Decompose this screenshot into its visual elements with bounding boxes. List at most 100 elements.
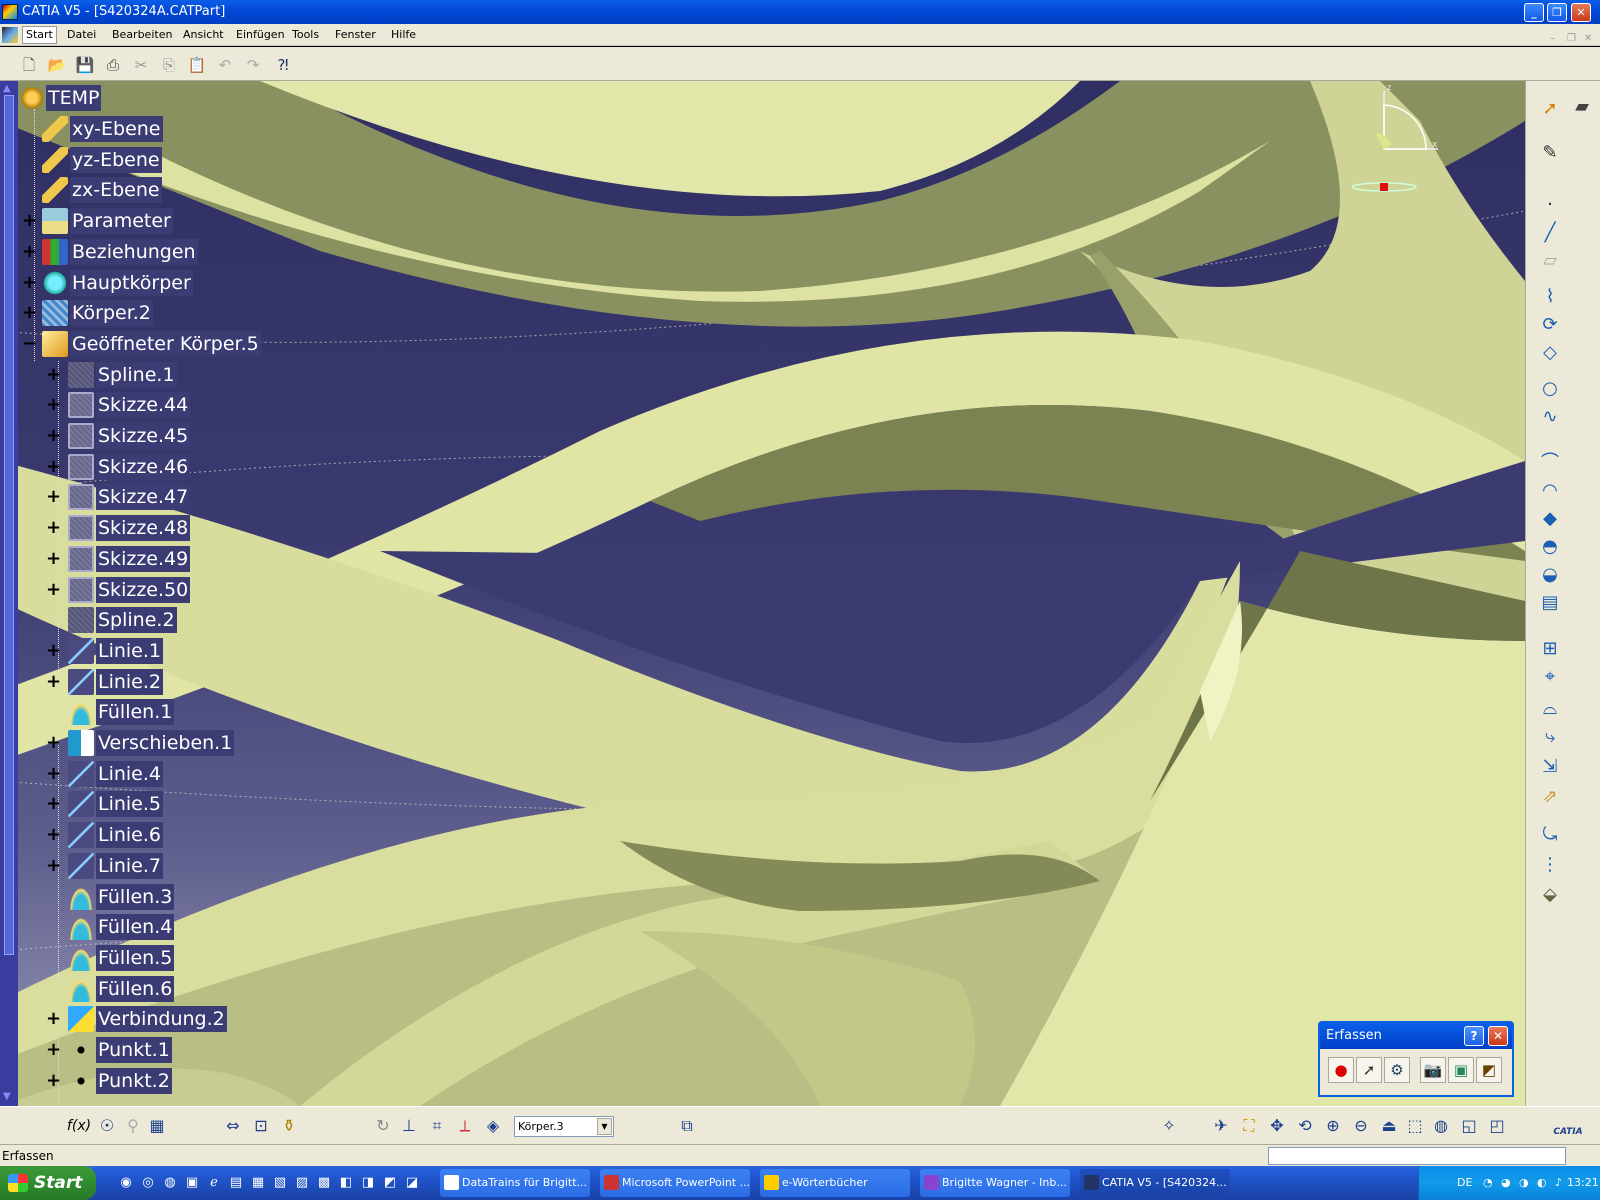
camera-icon[interactable]: 📷 (1420, 1057, 1446, 1083)
expand-icon[interactable]: + (46, 672, 61, 690)
measure-icon[interactable]: ⇔ (222, 1115, 244, 1137)
blend-icon[interactable]: ◆ (1538, 507, 1562, 531)
stack-icon[interactable]: ⧉ (676, 1115, 698, 1137)
render-style-icon[interactable]: ◍ (1430, 1115, 1452, 1137)
tree-node[interactable]: Füllen.5 (68, 944, 175, 972)
album-icon[interactable]: ◩ (1476, 1057, 1502, 1083)
menu-start[interactable]: Start (22, 26, 57, 44)
point-icon[interactable]: · (1538, 193, 1562, 217)
work-object-icon[interactable]: ◈ (482, 1115, 504, 1137)
catia-app-icon[interactable] (2, 4, 18, 20)
quicklaunch-icon[interactable]: ◎ (140, 1175, 156, 1191)
view-cube-icon[interactable]: ⬚ (1404, 1115, 1426, 1137)
quicklaunch-icon[interactable]: ◨ (360, 1175, 376, 1191)
expand-icon[interactable]: + (46, 734, 61, 752)
normal-view-icon[interactable]: ⏏ (1378, 1115, 1400, 1137)
scroll-down-icon[interactable]: ▼ (3, 1091, 15, 1103)
light-icon[interactable]: ⚲ (122, 1115, 144, 1137)
zoom-in-icon[interactable]: ⊕ (1322, 1115, 1344, 1137)
scroll-up-icon[interactable]: ▲ (3, 83, 15, 95)
taskbar-item[interactable]: Microsoft PowerPoint ... (600, 1169, 750, 1197)
tree-node[interactable]: Körper.2 (42, 299, 153, 327)
quicklaunch-icon[interactable]: ◉ (118, 1175, 134, 1191)
save-icon[interactable]: 💾 (74, 54, 96, 76)
close-button[interactable]: ✕ (1571, 3, 1591, 22)
body-selector[interactable]: Körper.3 ▼ (514, 1116, 614, 1137)
fit-all-icon[interactable]: ✈ (1210, 1115, 1232, 1137)
ie-icon[interactable]: ℯ (206, 1175, 222, 1191)
fly-mode-icon[interactable]: ✧ (1158, 1115, 1180, 1137)
plane-icon[interactable]: ▱ (1538, 249, 1562, 273)
expand-icon[interactable]: + (46, 580, 61, 598)
erfassen-close-button[interactable]: ✕ (1488, 1026, 1508, 1046)
quicklaunch-icon[interactable]: ▣ (184, 1175, 200, 1191)
expand-icon[interactable]: + (46, 641, 61, 659)
undo-icon[interactable]: ↶ (214, 54, 236, 76)
copy-icon[interactable]: ⎘ (158, 54, 180, 76)
expand-icon[interactable]: + (46, 365, 61, 383)
expand-icon[interactable]: + (46, 549, 61, 567)
tree-node[interactable]: Skizze.49 (68, 545, 191, 573)
expand-icon[interactable]: + (22, 242, 37, 260)
tree-node[interactable]: Linie.4 (68, 760, 164, 788)
trim-icon[interactable]: ⌖ (1538, 665, 1562, 689)
hide-show-icon[interactable]: ◱ (1458, 1115, 1480, 1137)
quicklaunch-icon[interactable]: ◧ (338, 1175, 354, 1191)
line-icon[interactable]: ╱ (1538, 221, 1562, 245)
menu-bearbeiten[interactable]: Bearbeiten (112, 24, 172, 46)
tree-node[interactable]: Hauptkörper (42, 269, 193, 297)
tree-node[interactable]: Linie.1 (68, 637, 164, 665)
taskbar-item[interactable]: e-Wörterbücher (760, 1169, 910, 1197)
tree-node[interactable]: Skizze.45 (68, 422, 191, 450)
tray-icon[interactable]: ◕ (1501, 1166, 1511, 1200)
extrude-surface-icon[interactable]: ⌇ (1538, 285, 1562, 309)
quicklaunch-icon[interactable]: ▨ (294, 1175, 310, 1191)
3d-viewport[interactable]: ▲ ▼ TEMP xy-Ebene yz-Ebene zx-Ebene + Parame… (0, 81, 1525, 1106)
print-icon[interactable]: ⎙ (102, 54, 124, 76)
update-icon[interactable]: ↻ (372, 1115, 394, 1137)
quicklaunch-icon[interactable]: ◍ (162, 1175, 178, 1191)
expand-icon[interactable]: + (46, 427, 61, 445)
tree-node[interactable]: Beziehungen (42, 238, 198, 266)
revolve-surface-icon[interactable]: ⟳ (1538, 313, 1562, 337)
work-grid-icon[interactable]: ⌗ (426, 1115, 448, 1137)
tray-icon[interactable]: ◔ (1483, 1166, 1493, 1200)
quicklaunch-icon[interactable]: ▤ (228, 1175, 244, 1191)
formula-button[interactable]: f(x) (66, 1115, 92, 1137)
tree-node[interactable]: Skizze.50 (68, 576, 191, 604)
tree-node[interactable]: Verschieben.1 (68, 729, 235, 757)
quicklaunch-icon[interactable]: ▦ (250, 1175, 266, 1191)
sheet-icon[interactable]: ▰ (1570, 95, 1594, 119)
material-icon[interactable]: ⚱ (278, 1115, 300, 1137)
collapse-icon[interactable]: − (22, 334, 37, 352)
tree-node[interactable]: xy-Ebene (42, 115, 163, 143)
scroll-thumb[interactable] (4, 95, 14, 955)
expand-icon[interactable]: + (46, 396, 61, 414)
menu-einfuegen[interactable]: Einfügen (236, 24, 285, 46)
record-icon[interactable]: ● (1328, 1057, 1354, 1083)
menu-tools[interactable]: Tools (292, 24, 319, 46)
menu-datei[interactable]: Datei (67, 24, 96, 46)
new-icon[interactable]: 🗋 (18, 54, 40, 76)
document-icon[interactable] (2, 27, 18, 43)
tray-icon[interactable]: ◑ (1519, 1166, 1529, 1200)
expand-icon[interactable]: + (46, 795, 61, 813)
axis-system-icon[interactable]: ⊥ (398, 1115, 420, 1137)
select-icon[interactable]: ➚ (1356, 1057, 1382, 1083)
expand-icon[interactable]: + (22, 212, 37, 230)
pan-icon[interactable]: ✥ (1266, 1115, 1288, 1137)
open-icon[interactable]: 📂 (46, 54, 68, 76)
expand-icon[interactable]: + (46, 1010, 61, 1028)
extract-icon[interactable]: ⤷ (1538, 725, 1562, 749)
zoom-out-icon[interactable]: ⊖ (1350, 1115, 1372, 1137)
work-support-icon[interactable]: ⟂ (454, 1115, 476, 1137)
expand-icon[interactable]: + (46, 488, 61, 506)
expand-icon[interactable]: + (46, 1071, 61, 1089)
cut-icon[interactable]: ✂ (130, 54, 152, 76)
expand-icon[interactable]: + (46, 457, 61, 475)
tree-node[interactable]: zx-Ebene (42, 176, 162, 204)
menu-fenster[interactable]: Fenster (335, 24, 376, 46)
rotate-icon[interactable]: ⟲ (1294, 1115, 1316, 1137)
sketcher-icon[interactable]: ✎ (1538, 141, 1562, 165)
tree-node[interactable]: Füllen.3 (68, 883, 175, 911)
